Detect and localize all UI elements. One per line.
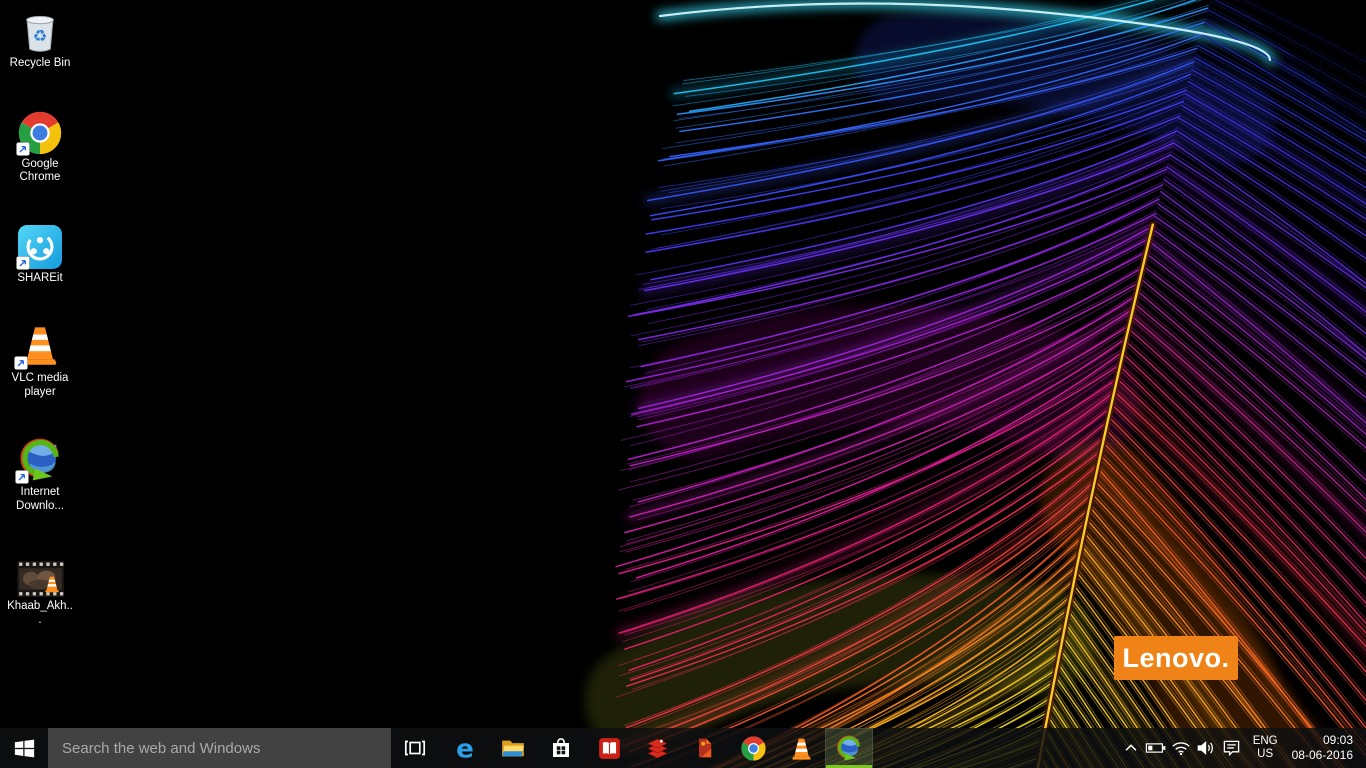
- taskbar-search[interactable]: [48, 728, 391, 768]
- shortcut-arrow-icon: [14, 356, 28, 370]
- desktop-icon-google-chrome[interactable]: Google Chrome: [2, 107, 78, 185]
- taskbar-app-chrome[interactable]: [729, 728, 777, 768]
- task-view-icon: [403, 736, 427, 760]
- language-line2: US: [1253, 748, 1278, 761]
- vlc-icon: [788, 735, 815, 762]
- desktop-icon-label: Recycle Bin: [10, 57, 71, 71]
- task-view-button[interactable]: [391, 728, 439, 768]
- shortcut-arrow-icon: [16, 142, 30, 156]
- desktop-icon-label: Internet Downlo...: [6, 486, 74, 513]
- taskbar: e ENG US 09:03 08-06-2016: [0, 728, 1366, 768]
- desktop-icon-label: VLC media player: [6, 372, 74, 399]
- tray-icon-group: [1119, 734, 1244, 762]
- orange-reader-app-icon: [693, 736, 717, 760]
- idm-icon: [835, 734, 863, 762]
- clock-date: 08-06-2016: [1292, 748, 1353, 763]
- desktop-icon-idm[interactable]: Internet Downlo...: [2, 435, 78, 513]
- red-book-app-icon: [597, 736, 622, 761]
- taskbar-app-file-explorer[interactable]: [489, 728, 537, 768]
- vlc-icon: [16, 321, 64, 369]
- taskbar-app-vlc[interactable]: [777, 728, 825, 768]
- desktop-icon-label: SHAREit: [17, 272, 62, 286]
- desktop-icon-video-file[interactable]: Khaab_Akh...: [2, 549, 78, 627]
- svg-text:♻: ♻: [33, 27, 48, 46]
- chrome-icon: [741, 736, 766, 761]
- shareit-icon: [18, 221, 62, 269]
- red-stack-app-icon: [645, 736, 670, 761]
- desktop-icon-vlc[interactable]: VLC media player: [2, 321, 78, 399]
- language-indicator[interactable]: ENG US: [1244, 735, 1287, 761]
- lenovo-logo-text: Lenovo.: [1122, 643, 1229, 674]
- svg-text:e: e: [456, 734, 474, 762]
- store-icon: [549, 736, 573, 760]
- taskbar-app-red-stack-app[interactable]: [633, 728, 681, 768]
- google-chrome-icon: [18, 107, 62, 155]
- lenovo-logo: Lenovo.: [1114, 636, 1238, 680]
- volume-icon[interactable]: [1194, 734, 1219, 762]
- desktop-icon-recycle-bin[interactable]: ♻ Recycle Bin: [2, 6, 78, 71]
- hidden-icons-chevron-icon[interactable]: [1119, 734, 1144, 762]
- edge-icon: e: [451, 734, 479, 762]
- taskbar-app-red-book-app[interactable]: [585, 728, 633, 768]
- vlc-cone-overlay-icon: [42, 574, 62, 599]
- desktop-icon-grid: ♻ Recycle Bin Google Chrome SHAREit VLC m…: [2, 6, 78, 627]
- desktop-icon-label: Khaab_Akh...: [6, 600, 74, 627]
- taskbar-app-edge[interactable]: e: [441, 728, 489, 768]
- clock-time: 09:03: [1292, 733, 1353, 748]
- taskbar-app-orange-reader-app[interactable]: [681, 728, 729, 768]
- search-input[interactable]: [48, 727, 391, 768]
- recycle-bin-icon: ♻: [18, 6, 62, 54]
- taskbar-pinned-apps: e: [441, 728, 873, 768]
- start-button[interactable]: [0, 728, 48, 768]
- clock[interactable]: 09:03 08-06-2016: [1287, 733, 1362, 763]
- taskbar-app-idm[interactable]: [825, 728, 873, 768]
- file-explorer-icon: [500, 735, 526, 761]
- taskbar-app-store[interactable]: [537, 728, 585, 768]
- desktop-icon-shareit[interactable]: SHAREit: [2, 221, 78, 286]
- shortcut-arrow-icon: [16, 256, 30, 270]
- battery-icon[interactable]: [1144, 734, 1169, 762]
- windows-logo-icon: [14, 738, 35, 759]
- wifi-icon[interactable]: [1169, 734, 1194, 762]
- language-line1: ENG: [1253, 735, 1278, 748]
- desktop-icon-label: Google Chrome: [6, 158, 74, 185]
- video-file-icon: [17, 549, 64, 597]
- desktop: Lenovo. ♻ Recycle Bin Google Chrome SHARE…: [0, 0, 1366, 768]
- shortcut-arrow-icon: [15, 470, 29, 484]
- system-tray: ENG US 09:03 08-06-2016: [1119, 728, 1366, 768]
- action-center-icon[interactable]: [1219, 734, 1244, 762]
- idm-icon: [17, 435, 64, 483]
